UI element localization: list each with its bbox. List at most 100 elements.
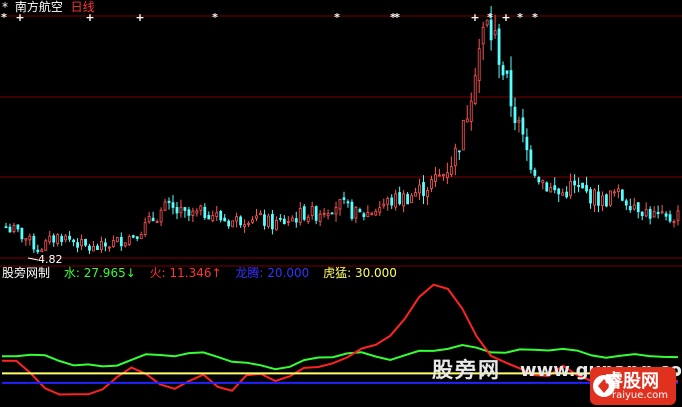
candle-body bbox=[219, 210, 223, 221]
candlestick-series bbox=[4, 6, 680, 255]
candle bbox=[430, 175, 433, 193]
candle-body bbox=[80, 239, 83, 247]
candle-body bbox=[52, 235, 56, 243]
candle-body bbox=[290, 217, 294, 222]
candle-body bbox=[346, 201, 350, 204]
candle-body bbox=[628, 206, 632, 211]
candle-body bbox=[119, 237, 123, 247]
candle-body bbox=[406, 194, 410, 205]
chart-title-bar: * 南方航空 日线 bbox=[2, 0, 95, 14]
candle-body bbox=[672, 221, 676, 224]
candle bbox=[4, 222, 8, 229]
candle-body bbox=[107, 246, 111, 249]
candle-body bbox=[151, 217, 155, 222]
candle bbox=[48, 230, 52, 245]
candle bbox=[620, 188, 624, 202]
candle bbox=[195, 208, 199, 217]
candle-body bbox=[4, 226, 8, 229]
candle bbox=[302, 204, 306, 222]
candle-body bbox=[60, 235, 64, 242]
candle-body bbox=[497, 28, 501, 65]
candle bbox=[267, 213, 270, 229]
candle-body bbox=[358, 209, 362, 213]
candle-body bbox=[310, 206, 314, 217]
candle bbox=[16, 224, 20, 233]
candle bbox=[278, 214, 282, 222]
candle-body bbox=[267, 215, 270, 227]
candle-body bbox=[56, 234, 60, 244]
candle-body bbox=[398, 192, 402, 205]
stock-chart[interactable]: * + + + * * ** + * + * * 4.82 bbox=[0, 0, 682, 407]
candle-body bbox=[286, 221, 290, 223]
candle bbox=[20, 227, 24, 243]
price-grid bbox=[0, 15, 682, 267]
candle bbox=[585, 176, 588, 194]
candle bbox=[318, 210, 322, 227]
candle-body bbox=[199, 205, 203, 211]
candle-body bbox=[616, 188, 620, 192]
candle-body bbox=[609, 190, 612, 206]
candle bbox=[382, 198, 386, 209]
candle-body bbox=[211, 215, 215, 221]
candle bbox=[672, 219, 676, 228]
candle bbox=[398, 186, 402, 206]
candle bbox=[612, 189, 616, 197]
candle bbox=[426, 186, 429, 206]
candle bbox=[163, 198, 167, 212]
candle-body bbox=[438, 174, 441, 177]
candle-body bbox=[28, 235, 32, 241]
candle bbox=[616, 184, 620, 199]
candle bbox=[597, 184, 600, 213]
candle-body bbox=[644, 209, 648, 217]
candle bbox=[179, 199, 183, 218]
candle bbox=[350, 199, 354, 221]
candle-body bbox=[648, 208, 652, 219]
candle-body bbox=[513, 106, 517, 124]
candle bbox=[310, 201, 314, 220]
candle bbox=[565, 186, 569, 199]
candle bbox=[131, 234, 135, 239]
candle-body bbox=[660, 211, 664, 214]
candle-body bbox=[521, 117, 525, 135]
candle bbox=[664, 211, 668, 221]
indicator-name: 股旁网制 bbox=[2, 266, 51, 280]
candle bbox=[533, 167, 537, 178]
candle bbox=[497, 23, 501, 79]
low-price-label: 4.82 bbox=[38, 253, 63, 266]
candle-body bbox=[100, 241, 103, 251]
candle bbox=[127, 234, 131, 246]
candle-body bbox=[529, 149, 533, 170]
candle bbox=[227, 219, 231, 229]
candle-body bbox=[577, 185, 580, 187]
candle-body bbox=[183, 207, 187, 211]
candle-body bbox=[430, 179, 433, 189]
signal-marker: + bbox=[470, 11, 479, 24]
candle bbox=[366, 205, 370, 218]
candle-body bbox=[235, 216, 239, 222]
candle-body bbox=[581, 182, 584, 189]
candle-body bbox=[44, 240, 48, 251]
candle-body bbox=[601, 195, 604, 206]
candle bbox=[243, 219, 246, 233]
candle bbox=[628, 198, 632, 213]
candle-body bbox=[298, 208, 302, 223]
candle-body bbox=[350, 201, 354, 219]
candle-body bbox=[278, 218, 282, 220]
candle bbox=[445, 162, 449, 185]
candle bbox=[263, 209, 266, 230]
candle-body bbox=[505, 70, 509, 74]
candle-body bbox=[656, 212, 660, 215]
candle-body bbox=[231, 220, 235, 228]
indicator-header: 股旁网制 水: 27.965↓ 火: 11.346↑ 龙腾: 20.000 虎猛… bbox=[2, 266, 407, 280]
candle bbox=[362, 211, 366, 221]
candle-body bbox=[461, 119, 465, 151]
candle bbox=[88, 243, 91, 254]
candle-body bbox=[636, 202, 640, 213]
candle-body bbox=[111, 240, 115, 247]
candle bbox=[338, 199, 342, 216]
candle bbox=[92, 241, 95, 252]
candle bbox=[282, 215, 286, 225]
candle bbox=[589, 187, 592, 209]
candle bbox=[191, 207, 195, 223]
candle bbox=[286, 216, 290, 227]
